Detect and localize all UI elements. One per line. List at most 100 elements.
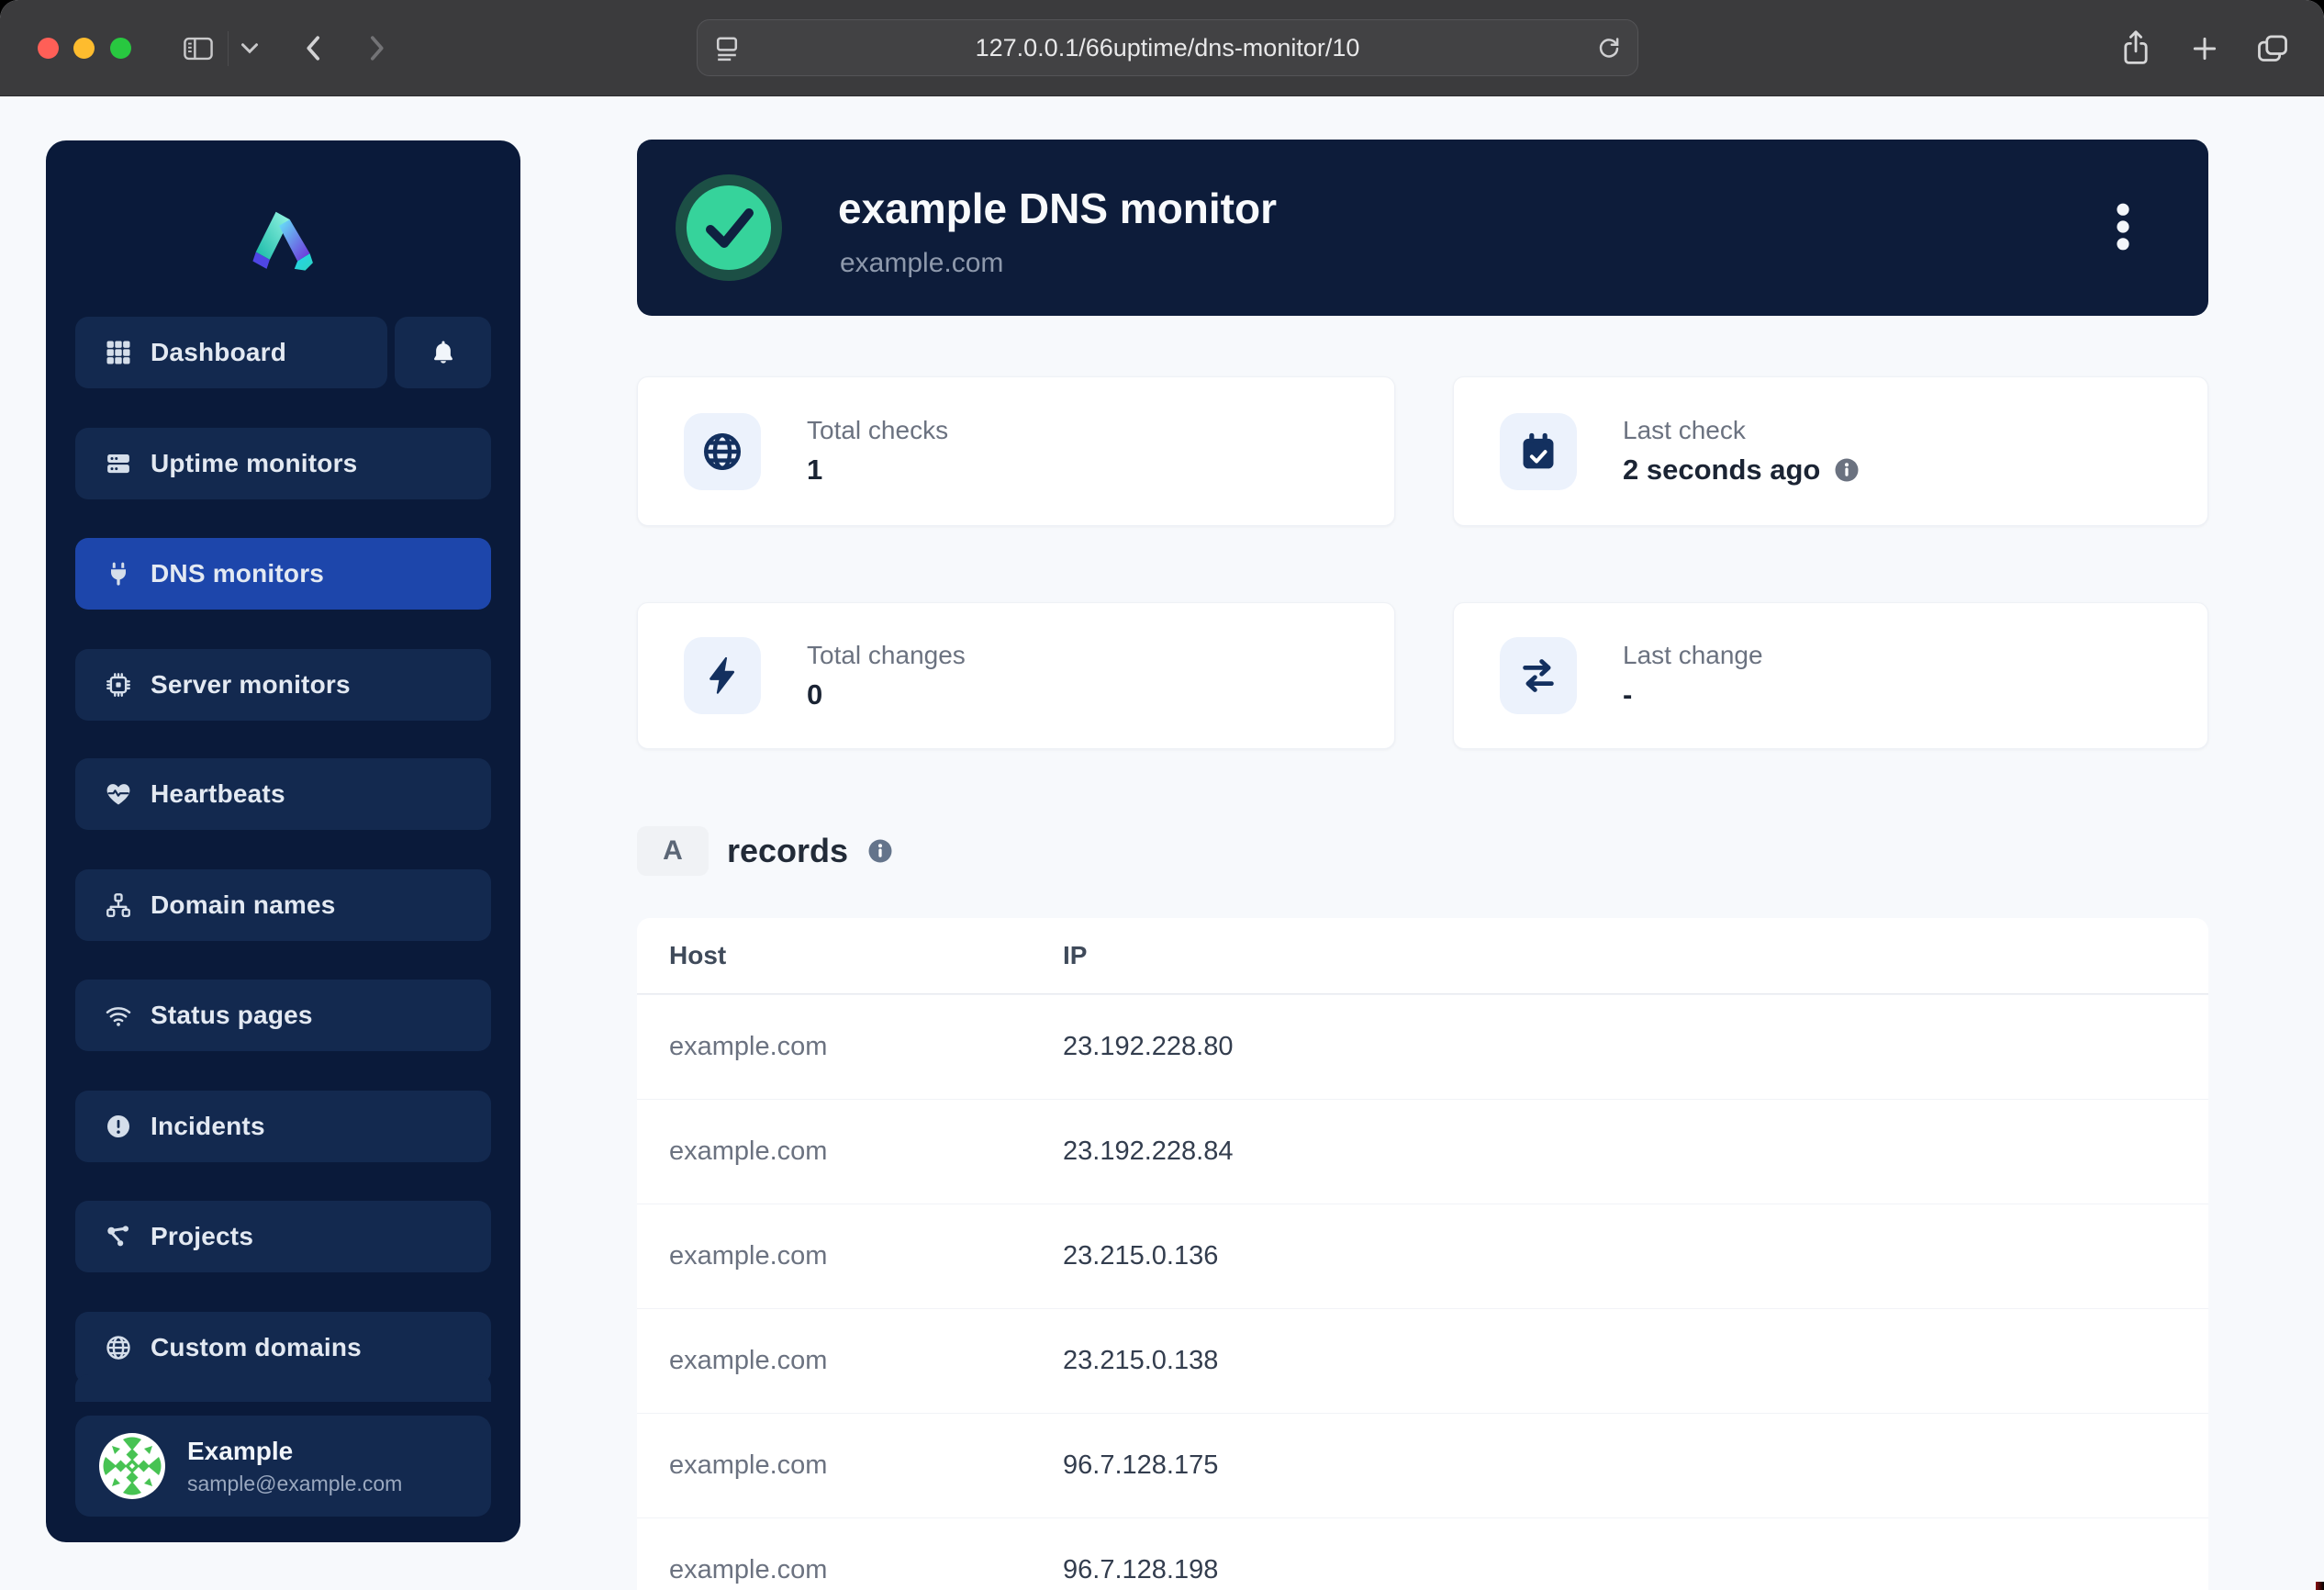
sidebar-item-status-pages[interactable]: Status pages xyxy=(75,980,491,1051)
avatar xyxy=(99,1433,165,1499)
share-icon xyxy=(2120,29,2151,68)
sidebar-item-label: Status pages xyxy=(151,1001,313,1030)
cpu-icon xyxy=(105,671,132,699)
stat-card-total-changes: Total changes 0 xyxy=(637,602,1395,749)
sidebar-toggle-icon xyxy=(183,35,214,62)
status-up-check-icon xyxy=(674,173,784,283)
alert-icon xyxy=(105,1113,132,1140)
cell-host: example.com xyxy=(637,1450,1063,1481)
cell-ip: 23.192.228.80 xyxy=(1063,1032,2208,1062)
cell-host: example.com xyxy=(637,1241,1063,1271)
stat-card-total-checks: Total checks 1 xyxy=(637,376,1395,526)
heart-pulse-icon xyxy=(105,780,132,808)
table-row: example.com 23.192.228.84 xyxy=(637,1099,2208,1204)
sidebar-item-projects[interactable]: Projects xyxy=(75,1201,491,1272)
close-window-button[interactable] xyxy=(38,38,59,59)
info-icon[interactable] xyxy=(1833,456,1860,484)
nodes-icon xyxy=(105,1223,132,1250)
table-row: example.com 96.7.128.198 xyxy=(637,1517,2208,1590)
cell-host: example.com xyxy=(637,1032,1063,1062)
sitemap-icon xyxy=(105,891,132,919)
table-row: example.com 23.192.228.80 xyxy=(637,994,2208,1099)
server-icon xyxy=(105,450,132,477)
browser-chrome: 127.0.0.1/66uptime/dns-monitor/10 xyxy=(0,0,2324,96)
sidebar-item-heartbeats[interactable]: Heartbeats xyxy=(75,758,491,830)
tab-overview-button[interactable] xyxy=(2249,0,2296,96)
sidebar-item-label: Incidents xyxy=(151,1112,265,1141)
records-heading: A records xyxy=(637,826,894,876)
records-table: Host IP example.com 23.192.228.80 exampl… xyxy=(637,918,2208,1590)
back-icon xyxy=(305,35,320,62)
sidebar-item-incidents[interactable]: Incidents xyxy=(75,1091,491,1162)
sidebar-item-server-monitors[interactable]: Server monitors xyxy=(75,649,491,721)
globe-icon xyxy=(105,1334,132,1361)
screen-corner-artifact xyxy=(2316,1582,2324,1590)
sidebar-item-dashboard[interactable]: Dashboard xyxy=(75,317,387,388)
profile-name: Example xyxy=(187,1437,402,1466)
reload-button[interactable] xyxy=(1595,34,1623,63)
sidebar-item-label: DNS monitors xyxy=(151,559,324,588)
sidebar-item-label: Heartbeats xyxy=(151,779,285,809)
cell-host: example.com xyxy=(637,1346,1063,1376)
kebab-icon xyxy=(2116,203,2130,251)
table-header: Host IP xyxy=(637,918,2208,994)
sidebar-item-label: Projects xyxy=(151,1222,253,1251)
sidebar-item-uptime-monitors[interactable]: Uptime monitors xyxy=(75,428,491,499)
sidebar-item-label: Dashboard xyxy=(151,338,286,367)
url-bar[interactable]: 127.0.0.1/66uptime/dns-monitor/10 xyxy=(697,19,1638,76)
bolt-icon xyxy=(684,637,761,714)
app-page: Dashboard Uptime monitors DNS monitors xyxy=(0,96,2324,1590)
stat-value: 0 xyxy=(807,678,966,711)
stat-card-last-change: Last change - xyxy=(1453,602,2208,749)
monitor-domain: example.com xyxy=(840,248,1003,279)
table-row: example.com 96.7.128.175 xyxy=(637,1413,2208,1517)
monitor-menu-button[interactable] xyxy=(2102,196,2144,257)
back-button[interactable] xyxy=(296,0,329,96)
column-host: Host xyxy=(637,941,1063,970)
stat-label: Total changes xyxy=(807,641,966,670)
sidebar-item-partial[interactable] xyxy=(75,1374,491,1402)
minimize-window-button[interactable] xyxy=(73,38,95,59)
plug-icon xyxy=(105,560,132,588)
monitor-header-card: example DNS monitor example.com xyxy=(637,140,2208,316)
zoom-window-button[interactable] xyxy=(110,38,131,59)
column-ip: IP xyxy=(1063,941,2208,970)
sidebar-menu-chevron[interactable] xyxy=(235,0,264,96)
reload-icon xyxy=(1595,34,1623,63)
stat-value: - xyxy=(1623,678,1763,711)
stat-label: Last change xyxy=(1623,641,1763,670)
toolbar-divider xyxy=(228,31,229,66)
cell-ip: 23.215.0.136 xyxy=(1063,1241,2208,1271)
user-profile[interactable]: Example sample@example.com xyxy=(75,1416,491,1517)
globe-icon xyxy=(684,413,761,490)
app-logo[interactable] xyxy=(46,201,520,278)
sidebar-item-label: Server monitors xyxy=(151,670,351,700)
info-icon[interactable] xyxy=(866,837,894,865)
sidebar-item-label: Domain names xyxy=(151,890,336,920)
plus-icon xyxy=(2190,34,2219,63)
browser-window: 127.0.0.1/66uptime/dns-monitor/10 xyxy=(0,0,2324,1590)
forward-button[interactable] xyxy=(361,0,394,96)
monitor-title: example DNS monitor xyxy=(838,184,1277,233)
cell-ip: 96.7.128.175 xyxy=(1063,1450,2208,1481)
profile-email: sample@example.com xyxy=(187,1472,402,1496)
wifi-icon xyxy=(105,1002,132,1029)
transfer-arrows-icon xyxy=(1500,637,1577,714)
sidebar-item-label: Custom domains xyxy=(151,1333,362,1362)
chevron-down-icon xyxy=(240,42,259,54)
sidebar-item-label: Uptime monitors xyxy=(151,449,357,478)
sidebar: Dashboard Uptime monitors DNS monitors xyxy=(46,140,520,1542)
cell-host: example.com xyxy=(637,1555,1063,1585)
new-tab-button[interactable] xyxy=(2183,0,2227,96)
stat-label: Last check xyxy=(1623,416,1860,445)
notifications-button[interactable] xyxy=(395,317,491,388)
cell-ip: 23.192.228.84 xyxy=(1063,1137,2208,1167)
sidebar-item-domain-names[interactable]: Domain names xyxy=(75,869,491,941)
sidebar-toggle-button[interactable] xyxy=(180,0,217,96)
share-button[interactable] xyxy=(2114,0,2158,96)
record-type-badge: A xyxy=(637,826,709,876)
sidebar-item-custom-domains[interactable]: Custom domains xyxy=(75,1312,491,1383)
sidebar-item-dns-monitors[interactable]: DNS monitors xyxy=(75,538,491,610)
grid-icon xyxy=(105,339,132,366)
cell-ip: 23.215.0.138 xyxy=(1063,1346,2208,1376)
